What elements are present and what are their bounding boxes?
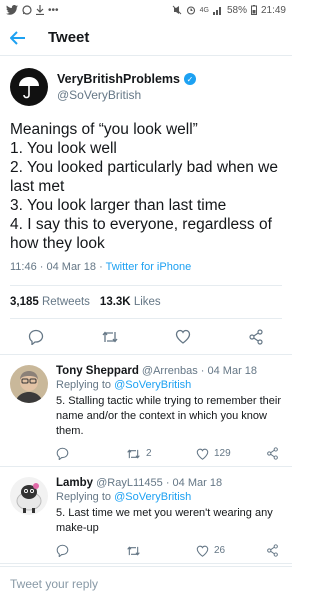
whatsapp-icon — [22, 5, 32, 15]
likes-count: 13.3K — [99, 296, 131, 308]
retweet-button[interactable]: 2 — [126, 448, 196, 460]
battery-percent: 58% — [226, 4, 247, 16]
reply-item[interactable]: Tony Sheppard @Arrenbas · 04 Mar 18 Repl… — [0, 355, 292, 467]
signal-icon — [212, 5, 223, 15]
reply-item[interactable]: Lamby @RayL11455 · 04 Mar 18 Replying to… — [0, 467, 292, 564]
author-handle[interactable]: @SoVeryBritish — [57, 88, 196, 102]
tweet-stats: 3,185 Retweets 13.3K Likes — [10, 285, 282, 319]
avatar[interactable] — [10, 68, 48, 106]
share-icon — [267, 447, 278, 460]
replying-to: Replying to @SoVeryBritish — [56, 491, 282, 503]
main-tweet: VeryBritishProblems ✓ @SoVeryBritish Mea… — [0, 56, 292, 319]
reply-icon — [56, 544, 69, 557]
replying-prefix: Replying to — [56, 491, 115, 503]
twitter-icon — [6, 5, 18, 15]
tweet-text: Meanings of “you look well” 1. You look … — [10, 121, 278, 252]
avatar[interactable] — [10, 477, 48, 515]
like-icon[interactable] — [175, 329, 191, 344]
retweets-label: Retweets — [41, 296, 90, 308]
reply-text: 5. Last time we met you weren't wearing … — [56, 507, 273, 534]
reply-header: Tony Sheppard @Arrenbas · 04 Mar 18 — [56, 365, 282, 377]
reply-icon — [56, 447, 69, 460]
replying-to-handle[interactable]: @SoVeryBritish — [114, 491, 191, 503]
reply-author-handle[interactable]: @RayL11455 — [96, 477, 163, 489]
download-icon — [36, 5, 44, 15]
retweet-icon — [127, 545, 140, 556]
reply-date: · 04 Mar 18 — [165, 477, 223, 489]
avatar[interactable] — [10, 365, 48, 403]
network-label: 4G — [199, 6, 209, 14]
alarm-icon — [186, 5, 196, 15]
page-title: Tweet — [48, 29, 90, 46]
retweet-count: 2 — [146, 448, 152, 459]
status-right-icons: 4G 58% 21:49 — [172, 5, 286, 16]
likes-stat[interactable]: 13.3K Likes — [100, 296, 161, 308]
reply-button[interactable] — [56, 447, 126, 460]
reply-compose-input[interactable]: Tweet your reply — [0, 566, 292, 600]
share-icon — [267, 544, 278, 557]
verified-badge-icon: ✓ — [183, 73, 196, 85]
reply-actions: 2 129 — [56, 447, 282, 460]
like-icon — [196, 545, 209, 557]
battery-icon — [250, 5, 257, 15]
retweet-icon — [127, 448, 140, 459]
retweets-count: 3,185 — [10, 296, 39, 308]
retweet-icon[interactable] — [101, 330, 119, 344]
status-time: 21:49 — [260, 4, 286, 16]
like-icon — [196, 448, 209, 460]
status-bar: ••• 4G 58% 21:49 — [0, 0, 292, 20]
tweet-timestamp: 11:46 · 04 Mar 18 · — [10, 261, 106, 273]
share-button[interactable] — [266, 447, 279, 460]
replying-to: Replying to @SoVeryBritish — [56, 379, 282, 391]
tweet-meta: 11:46 · 04 Mar 18 · Twitter for iPhone — [10, 261, 282, 273]
like-button[interactable]: 129 — [196, 448, 266, 460]
more-icon: ••• — [48, 4, 59, 16]
retweet-button[interactable] — [126, 545, 196, 557]
back-arrow-icon[interactable] — [10, 30, 40, 45]
share-button[interactable] — [266, 544, 279, 557]
status-left-icons: ••• — [6, 5, 59, 16]
reply-header: Lamby @RayL11455 · 04 Mar 18 — [56, 477, 282, 489]
reply-date: · 04 Mar 18 — [200, 365, 258, 377]
retweets-stat[interactable]: 3,185 Retweets — [10, 296, 90, 308]
reply-text: 5. Stalling tactic while trying to remem… — [56, 395, 281, 437]
reply-button[interactable] — [56, 544, 126, 557]
reply-author-handle[interactable]: @Arrenbas — [142, 365, 198, 377]
app-header: Tweet — [0, 20, 292, 56]
reply-author-name[interactable]: Tony Sheppard — [56, 365, 139, 377]
umbrella-icon — [19, 77, 39, 99]
replying-to-handle[interactable]: @SoVeryBritish — [114, 379, 191, 391]
author-row[interactable]: VeryBritishProblems ✓ @SoVeryBritish — [10, 68, 282, 106]
share-icon[interactable] — [248, 328, 264, 345]
replying-prefix: Replying to — [56, 379, 115, 391]
like-count: 129 — [214, 448, 231, 459]
reply-actions: 26 — [56, 544, 282, 557]
author-name[interactable]: VeryBritishProblems — [57, 72, 180, 86]
reply-icon[interactable] — [28, 329, 44, 345]
like-button[interactable]: 26 — [196, 545, 266, 557]
likes-label: Likes — [133, 296, 161, 308]
tweet-actions — [0, 319, 292, 355]
tweet-source-link[interactable]: Twitter for iPhone — [106, 261, 192, 273]
reply-author-name[interactable]: Lamby — [56, 477, 93, 489]
mute-icon — [172, 5, 182, 15]
like-count: 26 — [214, 545, 226, 556]
